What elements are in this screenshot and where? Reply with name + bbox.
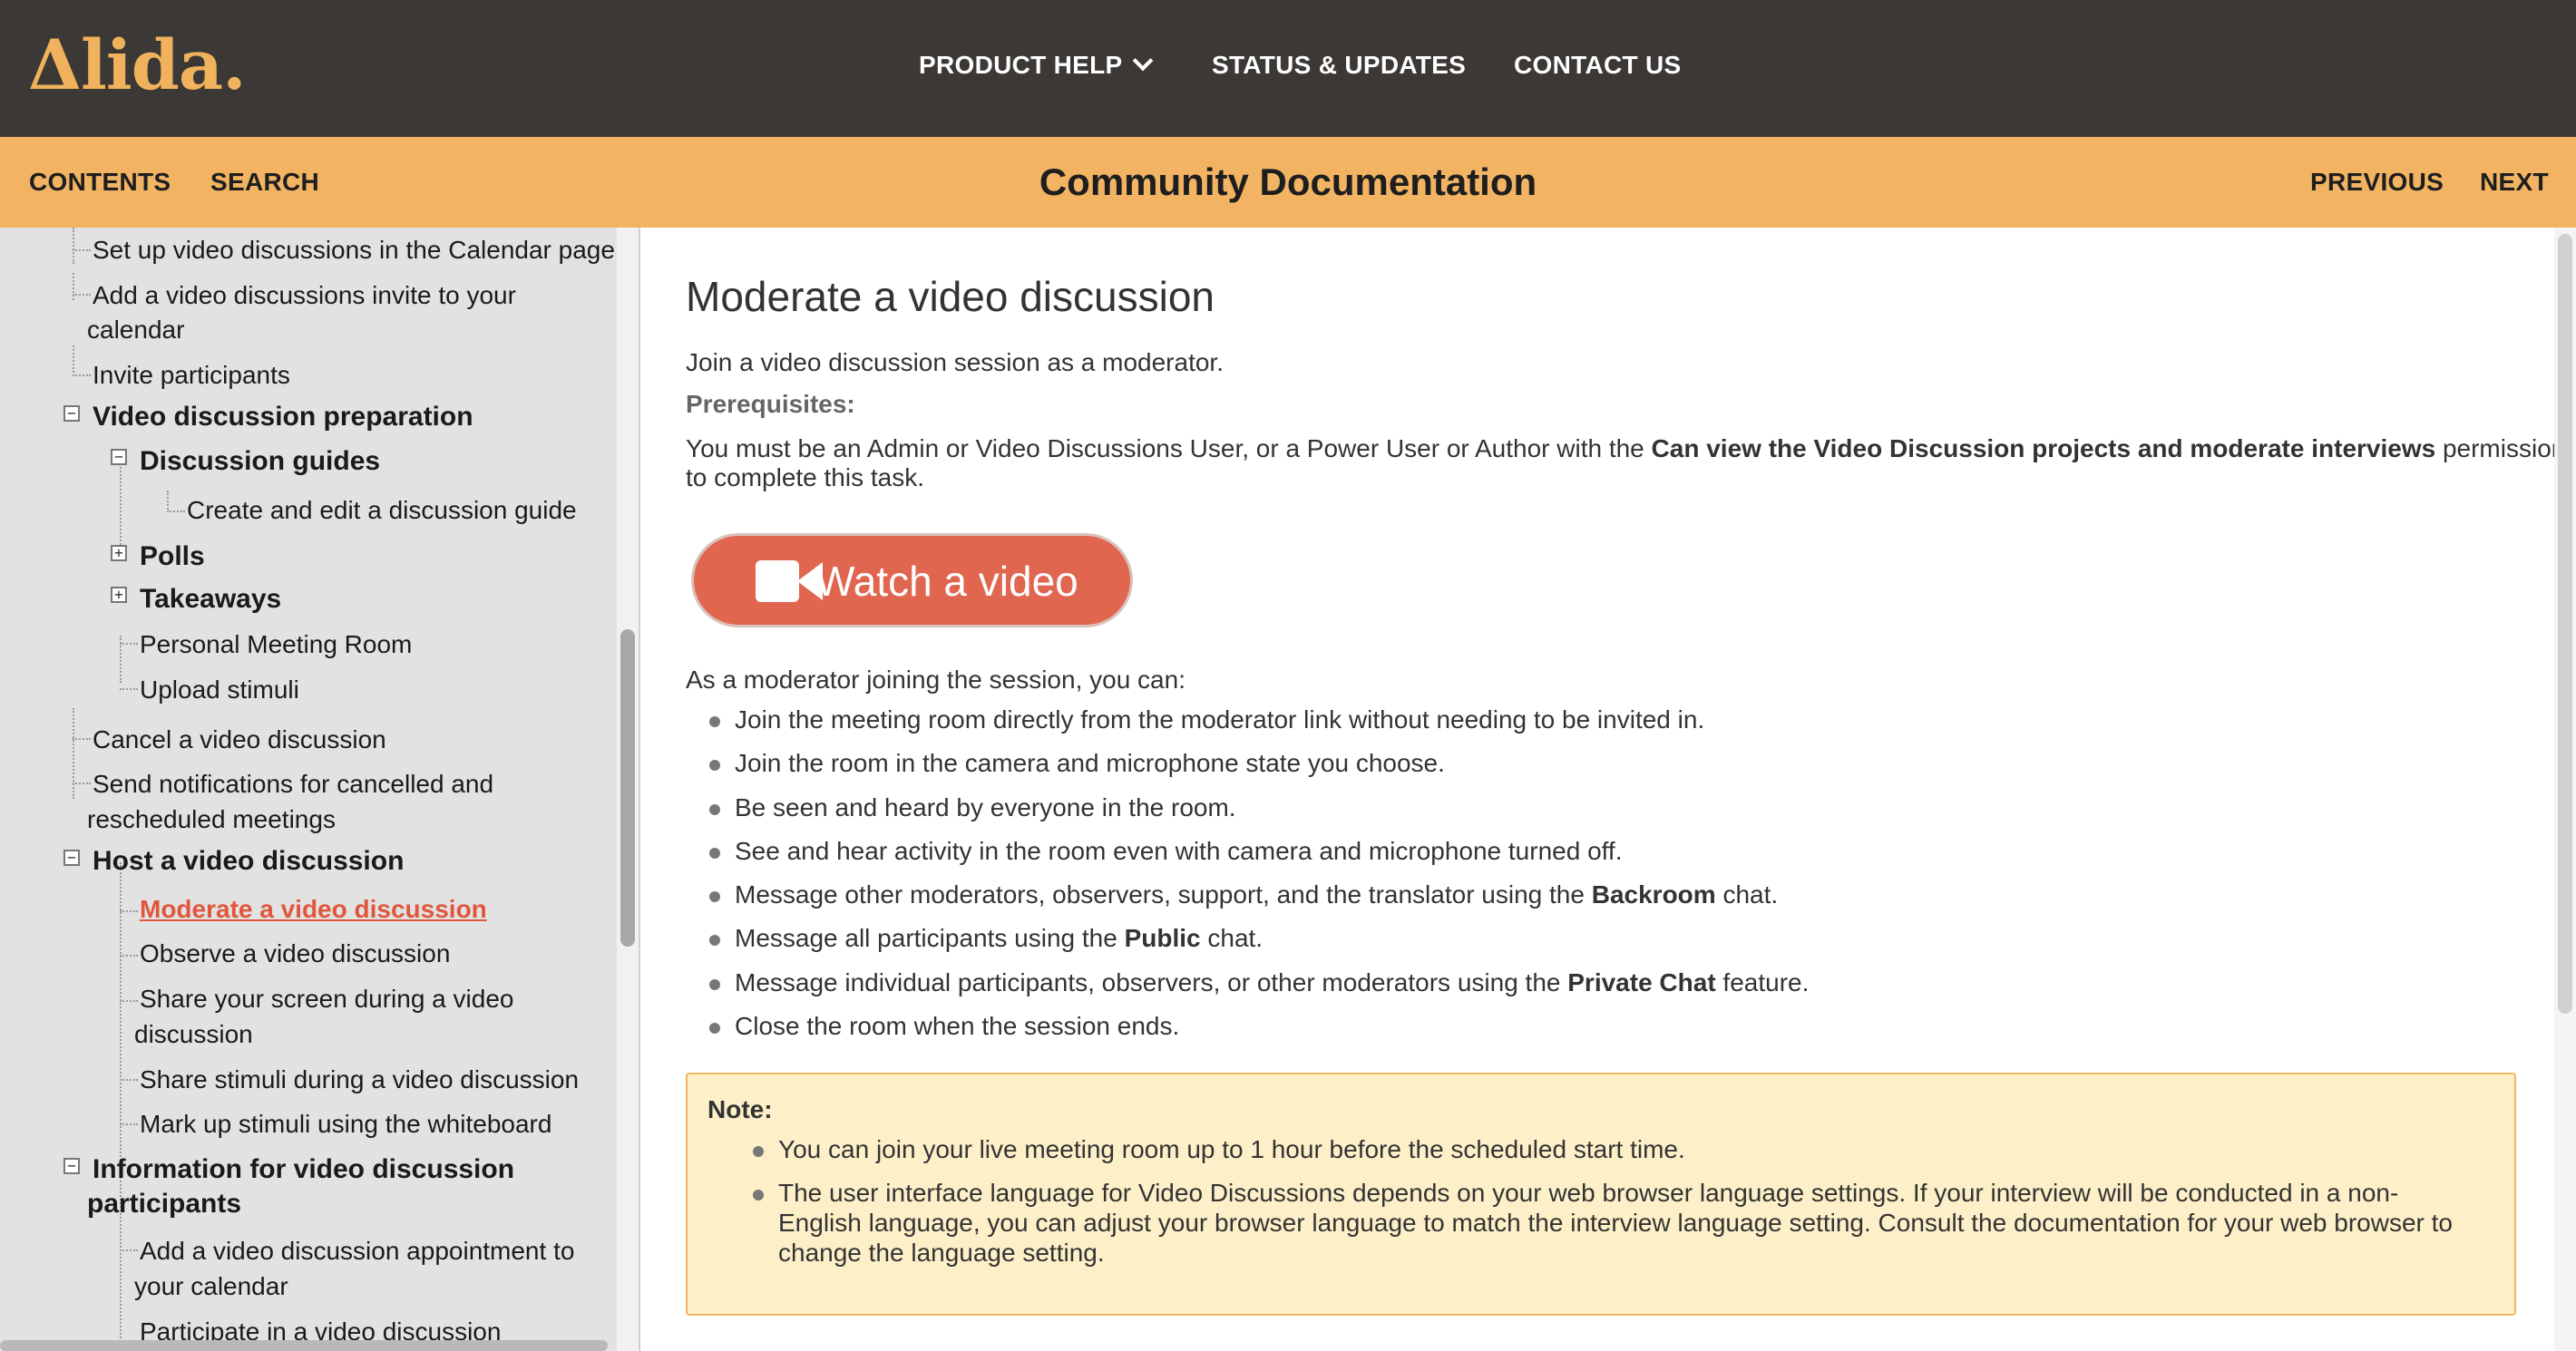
toc-tree-line: [120, 1000, 138, 1002]
toc-tree-line: [120, 1249, 138, 1251]
toc-item[interactable]: Invite participants: [93, 357, 290, 393]
toc-item-video-discussion-preparation[interactable]: Video discussion preparation: [93, 399, 473, 434]
prerequisites-text: You must be an Admin or Video Discussion…: [686, 434, 2566, 462]
product-help-label: PRODUCT HELP: [919, 51, 1123, 79]
toc-tree-line: [73, 374, 91, 376]
toc-item[interactable]: Share stimuli during a video discussion: [140, 1062, 579, 1097]
list-item: Close the room when the session ends.: [709, 1011, 1179, 1042]
toc-item[interactable]: Create and edit a discussion guide: [187, 492, 577, 528]
toc-item-information-for-participants[interactable]: Information for video discussion: [93, 1152, 514, 1187]
page-title: Moderate a video discussion: [686, 273, 1215, 320]
prerequisites-text-cont: to complete this task.: [686, 463, 925, 491]
toc-tree-line: [120, 1123, 138, 1125]
intro-text: Join a video discussion session as a mod…: [686, 348, 1224, 376]
collapse-icon[interactable]: −: [63, 405, 80, 422]
toc-item-polls[interactable]: Polls: [140, 539, 205, 574]
toc-tree-line: [73, 345, 74, 373]
toc-item[interactable]: Add a video discussion appointment to: [140, 1233, 574, 1268]
list-item: Join the meeting room directly from the …: [709, 705, 1704, 735]
toc-tree-line: [73, 782, 91, 784]
main-scrollbar-thumb[interactable]: [2558, 234, 2572, 1014]
prerequisites-label: Prerequisites:: [686, 390, 855, 418]
list-item: Message all participants using the Publi…: [709, 923, 1263, 954]
toc-item[interactable]: Observe a video discussion: [140, 936, 450, 971]
main-content: Moderate a video discussion Join a video…: [640, 228, 2565, 1351]
top-nav: PRODUCT HELP STATUS & UPDATES CONTACT US: [0, 47, 2576, 83]
collapse-icon[interactable]: −: [111, 449, 127, 465]
chevron-down-icon: [1132, 50, 1153, 72]
lead-text: As a moderator joining the session, you …: [686, 666, 1186, 694]
sidebar-horizontal-scrollbar[interactable]: [0, 1340, 608, 1351]
toc-tree-line: [73, 249, 91, 251]
toc-item[interactable]: Send notifications for cancelled and: [93, 766, 493, 802]
toc-tree-line: [120, 1079, 138, 1081]
toc-tree-line: [120, 910, 138, 912]
toc-item[interactable]: Mark up stimuli using the whiteboard: [140, 1106, 551, 1142]
toc-tree-line: [120, 636, 122, 683]
toc-tree-line: [73, 228, 74, 264]
video-camera-icon: [756, 560, 799, 602]
toc-item[interactable]: calendar: [87, 312, 184, 347]
watch-video-button[interactable]: Watch a video: [691, 533, 1133, 627]
toc-item[interactable]: discussion: [134, 1016, 253, 1052]
expand-icon[interactable]: +: [111, 545, 127, 561]
note-item: You can join your live meeting room up t…: [753, 1134, 2483, 1164]
next-button[interactable]: NEXT: [2480, 164, 2549, 200]
collapse-icon[interactable]: −: [63, 850, 80, 866]
watch-video-label: Watch a video: [815, 558, 1078, 605]
toc-tree-line: [167, 510, 185, 512]
toc-tree-line: [73, 294, 91, 296]
toc-item[interactable]: Upload stimuli: [140, 672, 299, 707]
toc-item[interactable]: Personal Meeting Room: [140, 627, 412, 662]
list-item: See and hear activity in the room even w…: [709, 836, 1622, 867]
toc-item-discussion-guides[interactable]: Discussion guides: [140, 443, 380, 479]
toc-item-host-a-video-discussion[interactable]: Host a video discussion: [93, 843, 404, 879]
list-item: Be seen and heard by everyone in the roo…: [709, 792, 1236, 823]
list-item: Message other moderators, observers, sup…: [709, 880, 1778, 910]
expand-icon[interactable]: +: [111, 587, 127, 603]
toc-tree-line: [73, 708, 74, 799]
list-item: Join the room in the camera and micropho…: [709, 748, 1445, 779]
toc-item-takeaways[interactable]: Takeaways: [140, 581, 281, 617]
top-header: Δlida. PRODUCT HELP STATUS & UPDATES CON…: [0, 0, 2576, 137]
toc-tree-line: [73, 738, 91, 740]
toc-sidebar: − − + + − − Set up video discussions in …: [0, 228, 617, 1351]
toc-tree-line: [73, 273, 74, 300]
doc-toolbar: CONTENTS SEARCH Community Documentation …: [0, 137, 2576, 228]
toc-tree-line: [120, 450, 122, 559]
product-help-menu[interactable]: PRODUCT HELP: [919, 47, 1153, 83]
toc-item-current[interactable]: Moderate a video discussion: [140, 891, 487, 927]
toc-item[interactable]: participants: [87, 1186, 241, 1221]
toc-item[interactable]: Share your screen during a video: [140, 981, 513, 1016]
note-item: The user interface language for Video Di…: [753, 1178, 2483, 1268]
list-item: Message individual participants, observe…: [709, 967, 1809, 998]
toc-item[interactable]: Cancel a video discussion: [93, 722, 386, 757]
doc-title: Community Documentation: [1039, 160, 1537, 203]
toc-tree-line: [120, 643, 138, 645]
collapse-icon[interactable]: −: [63, 1158, 80, 1174]
note-box: Note: You can join your live meeting roo…: [686, 1073, 2516, 1316]
sidebar-scrollbar-thumb[interactable]: [620, 629, 635, 947]
toc-item[interactable]: your calendar: [134, 1268, 288, 1304]
toc-item[interactable]: Add a video discussions invite to your: [93, 277, 516, 313]
contact-us-link[interactable]: CONTACT US: [1514, 47, 1681, 83]
note-title: Note:: [707, 1095, 773, 1123]
toc-tree-line: [120, 688, 138, 690]
toc-item[interactable]: Set up video discussions in the Calendar…: [93, 232, 615, 267]
toc-tree-line: [167, 491, 169, 512]
toc-item[interactable]: rescheduled meetings: [87, 802, 336, 837]
previous-button[interactable]: PREVIOUS: [2310, 164, 2444, 200]
status-updates-link[interactable]: STATUS & UPDATES: [1212, 47, 1466, 83]
toc-tree-line: [120, 862, 122, 1351]
toc-tree-line: [120, 955, 138, 957]
